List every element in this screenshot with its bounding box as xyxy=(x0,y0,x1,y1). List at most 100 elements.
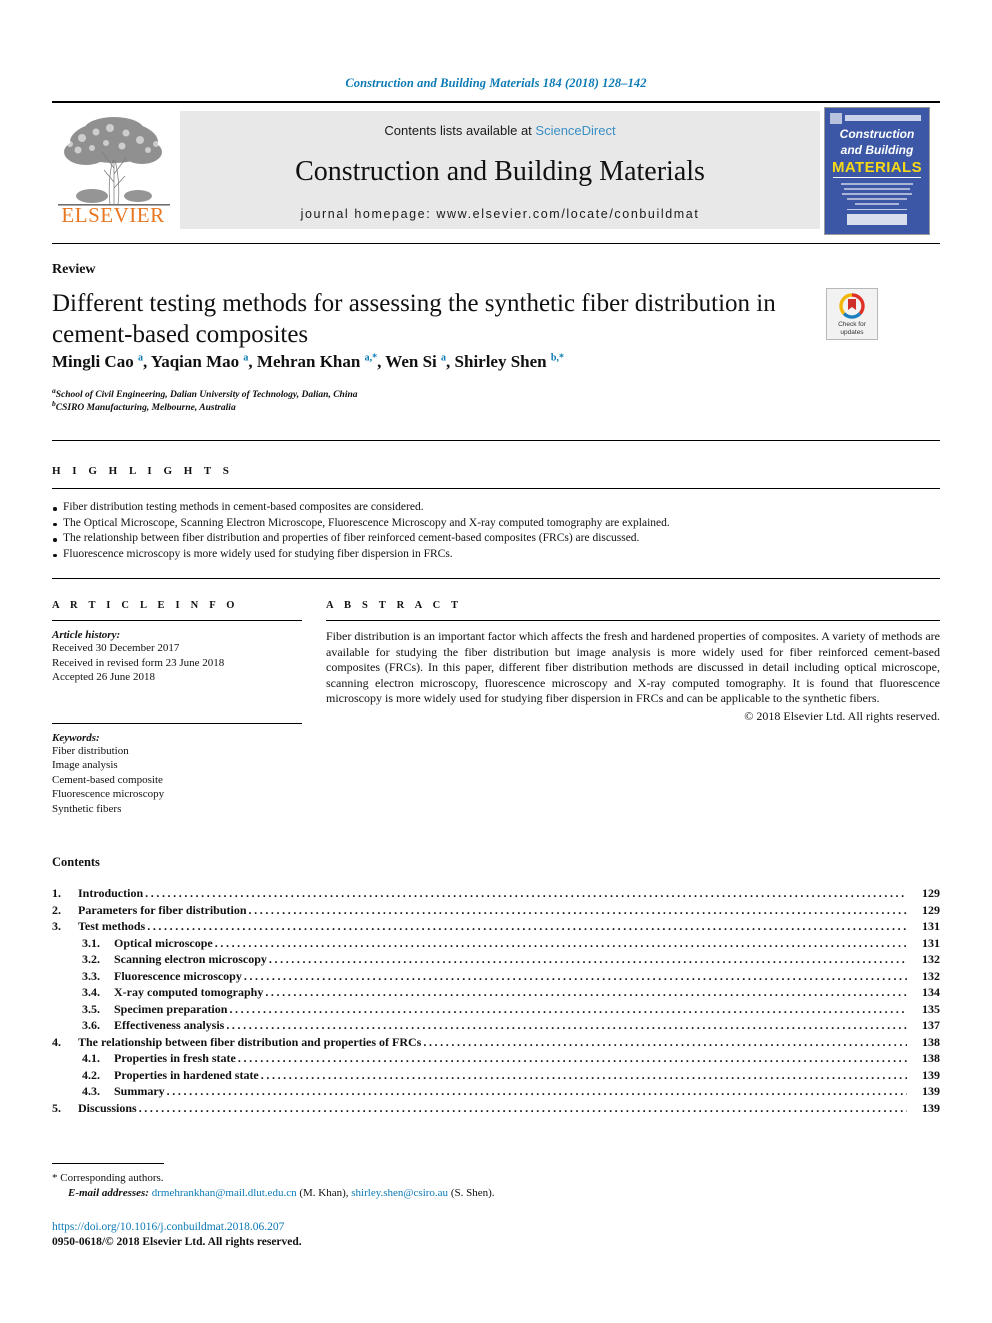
toc-entry-label: The relationship between fiber distribut… xyxy=(78,1034,422,1049)
toc-entry-page: 129 xyxy=(922,886,940,900)
cover-elsevier-mark-icon xyxy=(830,113,842,124)
keywords-list: Fiber distribution Image analysis Cement-b… xyxy=(52,744,302,817)
toc-entry[interactable]: 5. Discussions...........................… xyxy=(52,1100,940,1117)
email-link-khan[interactable]: drmehrankhan@mail.dlut.edu.cn xyxy=(152,1187,297,1199)
toc-entry-number: 3. xyxy=(52,919,61,933)
contents-available-line: Contents lists available at ScienceDirec… xyxy=(180,123,820,138)
page-title: Different testing methods for assessing … xyxy=(52,290,776,348)
toc-entry[interactable]: 3.3. Fluorescence microscopy.............… xyxy=(52,968,940,985)
toc-leader-dots: ........................................… xyxy=(260,1067,907,1082)
toc-entry[interactable]: 4.2. Properties in hardened state........… xyxy=(52,1067,940,1084)
cover-foot-rule xyxy=(847,209,907,210)
toc-entry[interactable]: 2. Parameters for fiber distribution.....… xyxy=(52,902,940,919)
toc-entry[interactable]: 3.5. Specimen preparation................… xyxy=(52,1001,940,1018)
toc-entry-label: X-ray computed tomography xyxy=(114,985,264,999)
toc-entry[interactable]: 3.6. Effectiveness analysis..............… xyxy=(52,1017,940,1034)
toc-leader-dots: ........................................… xyxy=(248,902,907,917)
contents-heading: Contents xyxy=(52,855,100,869)
highlight-item: Fiber distribution testing methods in ce… xyxy=(52,500,940,516)
email-owner-shen: (S. Shen). xyxy=(450,1187,495,1199)
toc-entry[interactable]: 4.1. Properties in fresh state...........… xyxy=(52,1050,940,1067)
corresponding-authors-note: * Corresponding authors. xyxy=(52,1172,164,1184)
toc-entry[interactable]: 3.4. X-ray computed tomography...........… xyxy=(52,984,940,1001)
toc-leader-dots: ........................................… xyxy=(265,985,907,999)
journal-homepage-link[interactable]: journal homepage: www.elsevier.com/locat… xyxy=(180,207,820,221)
elsevier-tree-icon xyxy=(58,117,170,206)
toc-entry-number: 3.5. xyxy=(82,1001,100,1016)
highlights-top-rule xyxy=(52,440,940,441)
toc-entry[interactable]: 3.1. Optical microscope..................… xyxy=(52,935,940,952)
keyword-item: Cement-based composite xyxy=(52,773,163,786)
cover-title-line3: MATERIALS xyxy=(832,159,922,176)
journal-cover-thumbnail: Construction and Building MATERIALS xyxy=(824,107,930,235)
toc-leader-dots: ........................................… xyxy=(145,886,907,900)
toc-leader-dots: ........................................… xyxy=(423,1034,907,1049)
toc-leader-dots: ........................................… xyxy=(166,1084,907,1098)
footnote-rule xyxy=(52,1163,164,1164)
toc-entry[interactable]: 4. The relationship between fiber distrib… xyxy=(52,1034,940,1051)
toc-entry-page: 131 xyxy=(922,919,940,933)
toc-entry[interactable]: 1. Introduction..........................… xyxy=(52,885,940,902)
cover-top-bar xyxy=(845,115,921,121)
table-of-contents: 1. Introduction..........................… xyxy=(52,885,940,1116)
toc-entry-label: Discussions xyxy=(78,1100,137,1115)
toc-leader-dots: ........................................… xyxy=(229,1001,907,1016)
toc-entry-number: 4. xyxy=(52,1034,61,1049)
highlights-list: Fiber distribution testing methods in ce… xyxy=(52,500,940,562)
keyword-item: Image analysis xyxy=(52,759,118,771)
email-link-shen[interactable]: shirley.shen@csiro.au xyxy=(351,1187,448,1199)
contents-available-prefix: Contents lists available at xyxy=(384,123,536,138)
article-type-kicker: Review xyxy=(52,262,96,277)
toc-leader-dots: ........................................… xyxy=(268,952,907,966)
toc-entry-label: Specimen preparation xyxy=(114,1001,228,1016)
article-history-list: Received 30 December 2017 Received in rev… xyxy=(52,641,302,685)
toc-entry-number: 4.2. xyxy=(82,1067,100,1082)
crossmark-badge[interactable]: Check for updates xyxy=(826,288,878,340)
paper-page: Construction and Building Materials 184 … xyxy=(0,0,992,1323)
toc-entry[interactable]: 3. Test methods..........................… xyxy=(52,918,940,935)
toc-entry-page: 137 xyxy=(922,1018,940,1032)
article-info-heading: A R T I C L E I N F O xyxy=(52,600,239,611)
toc-entry-number: 3.4. xyxy=(82,985,100,999)
toc-entry-page: 139 xyxy=(922,1084,940,1098)
crossmark-label-line1: Check for xyxy=(838,321,866,328)
highlight-item: The relationship between fiber distribut… xyxy=(52,531,940,547)
cover-title-line2: and Building xyxy=(840,143,914,157)
journal-masthead: ELSEVIER Contents lists available at Sci… xyxy=(52,101,940,235)
crossmark-label: Check for updates xyxy=(827,321,877,336)
abstract-heading: A B S T R A C T xyxy=(326,600,463,611)
info-top-rule xyxy=(52,578,940,579)
running-head: Construction and Building Materials 184 … xyxy=(345,76,647,90)
toc-entry[interactable]: 3.2. Scanning electron microscopy........… xyxy=(52,951,940,968)
toc-entry-label: Introduction xyxy=(78,886,144,900)
toc-entry-number: 4.1. xyxy=(82,1051,100,1065)
toc-entry-label: Effectiveness analysis xyxy=(114,1018,225,1032)
toc-entry-label: Scanning electron microscopy xyxy=(114,952,267,966)
sciencedirect-link[interactable]: ScienceDirect xyxy=(535,123,615,138)
issn-copyright-line: 0950-0618/© 2018 Elsevier Ltd. All right… xyxy=(52,1236,302,1248)
toc-entry-page: 135 xyxy=(922,1001,940,1016)
toc-entry-page: 139 xyxy=(922,1100,940,1115)
article-info-column: A R T I C L E I N F O Article history: R… xyxy=(52,600,302,816)
toc-entry-page: 138 xyxy=(922,1034,940,1049)
cover-foot-block xyxy=(847,214,907,225)
toc-entry-page: 138 xyxy=(922,1051,940,1065)
toc-entry[interactable]: 4.3. Summary.............................… xyxy=(52,1083,940,1100)
toc-entry-label: Properties in hardened state xyxy=(114,1067,259,1082)
keyword-item: Synthetic fibers xyxy=(52,802,122,815)
toc-entry-label: Optical microscope xyxy=(114,935,213,950)
toc-entry-page: 134 xyxy=(922,985,940,999)
toc-entry-number: 3.2. xyxy=(82,952,100,966)
toc-entry-page: 129 xyxy=(922,902,940,917)
toc-leader-dots: ........................................… xyxy=(226,1018,907,1032)
cover-title-line1: Construction xyxy=(839,127,915,141)
email-owner-khan: (M. Khan), xyxy=(299,1187,349,1199)
toc-entry-number: 4.3. xyxy=(82,1084,100,1098)
toc-entry-page: 131 xyxy=(922,935,940,950)
doi-link[interactable]: https://doi.org/10.1016/j.conbuildmat.20… xyxy=(52,1221,284,1233)
keywords-block: Keywords: Fiber distribution Image analys… xyxy=(52,722,302,817)
toc-entry-number: 5. xyxy=(52,1100,61,1115)
highlights-under-rule xyxy=(52,488,940,489)
highlight-item: The Optical Microscope, Scanning Electro… xyxy=(52,516,940,532)
toc-leader-dots: ........................................… xyxy=(237,1051,907,1065)
